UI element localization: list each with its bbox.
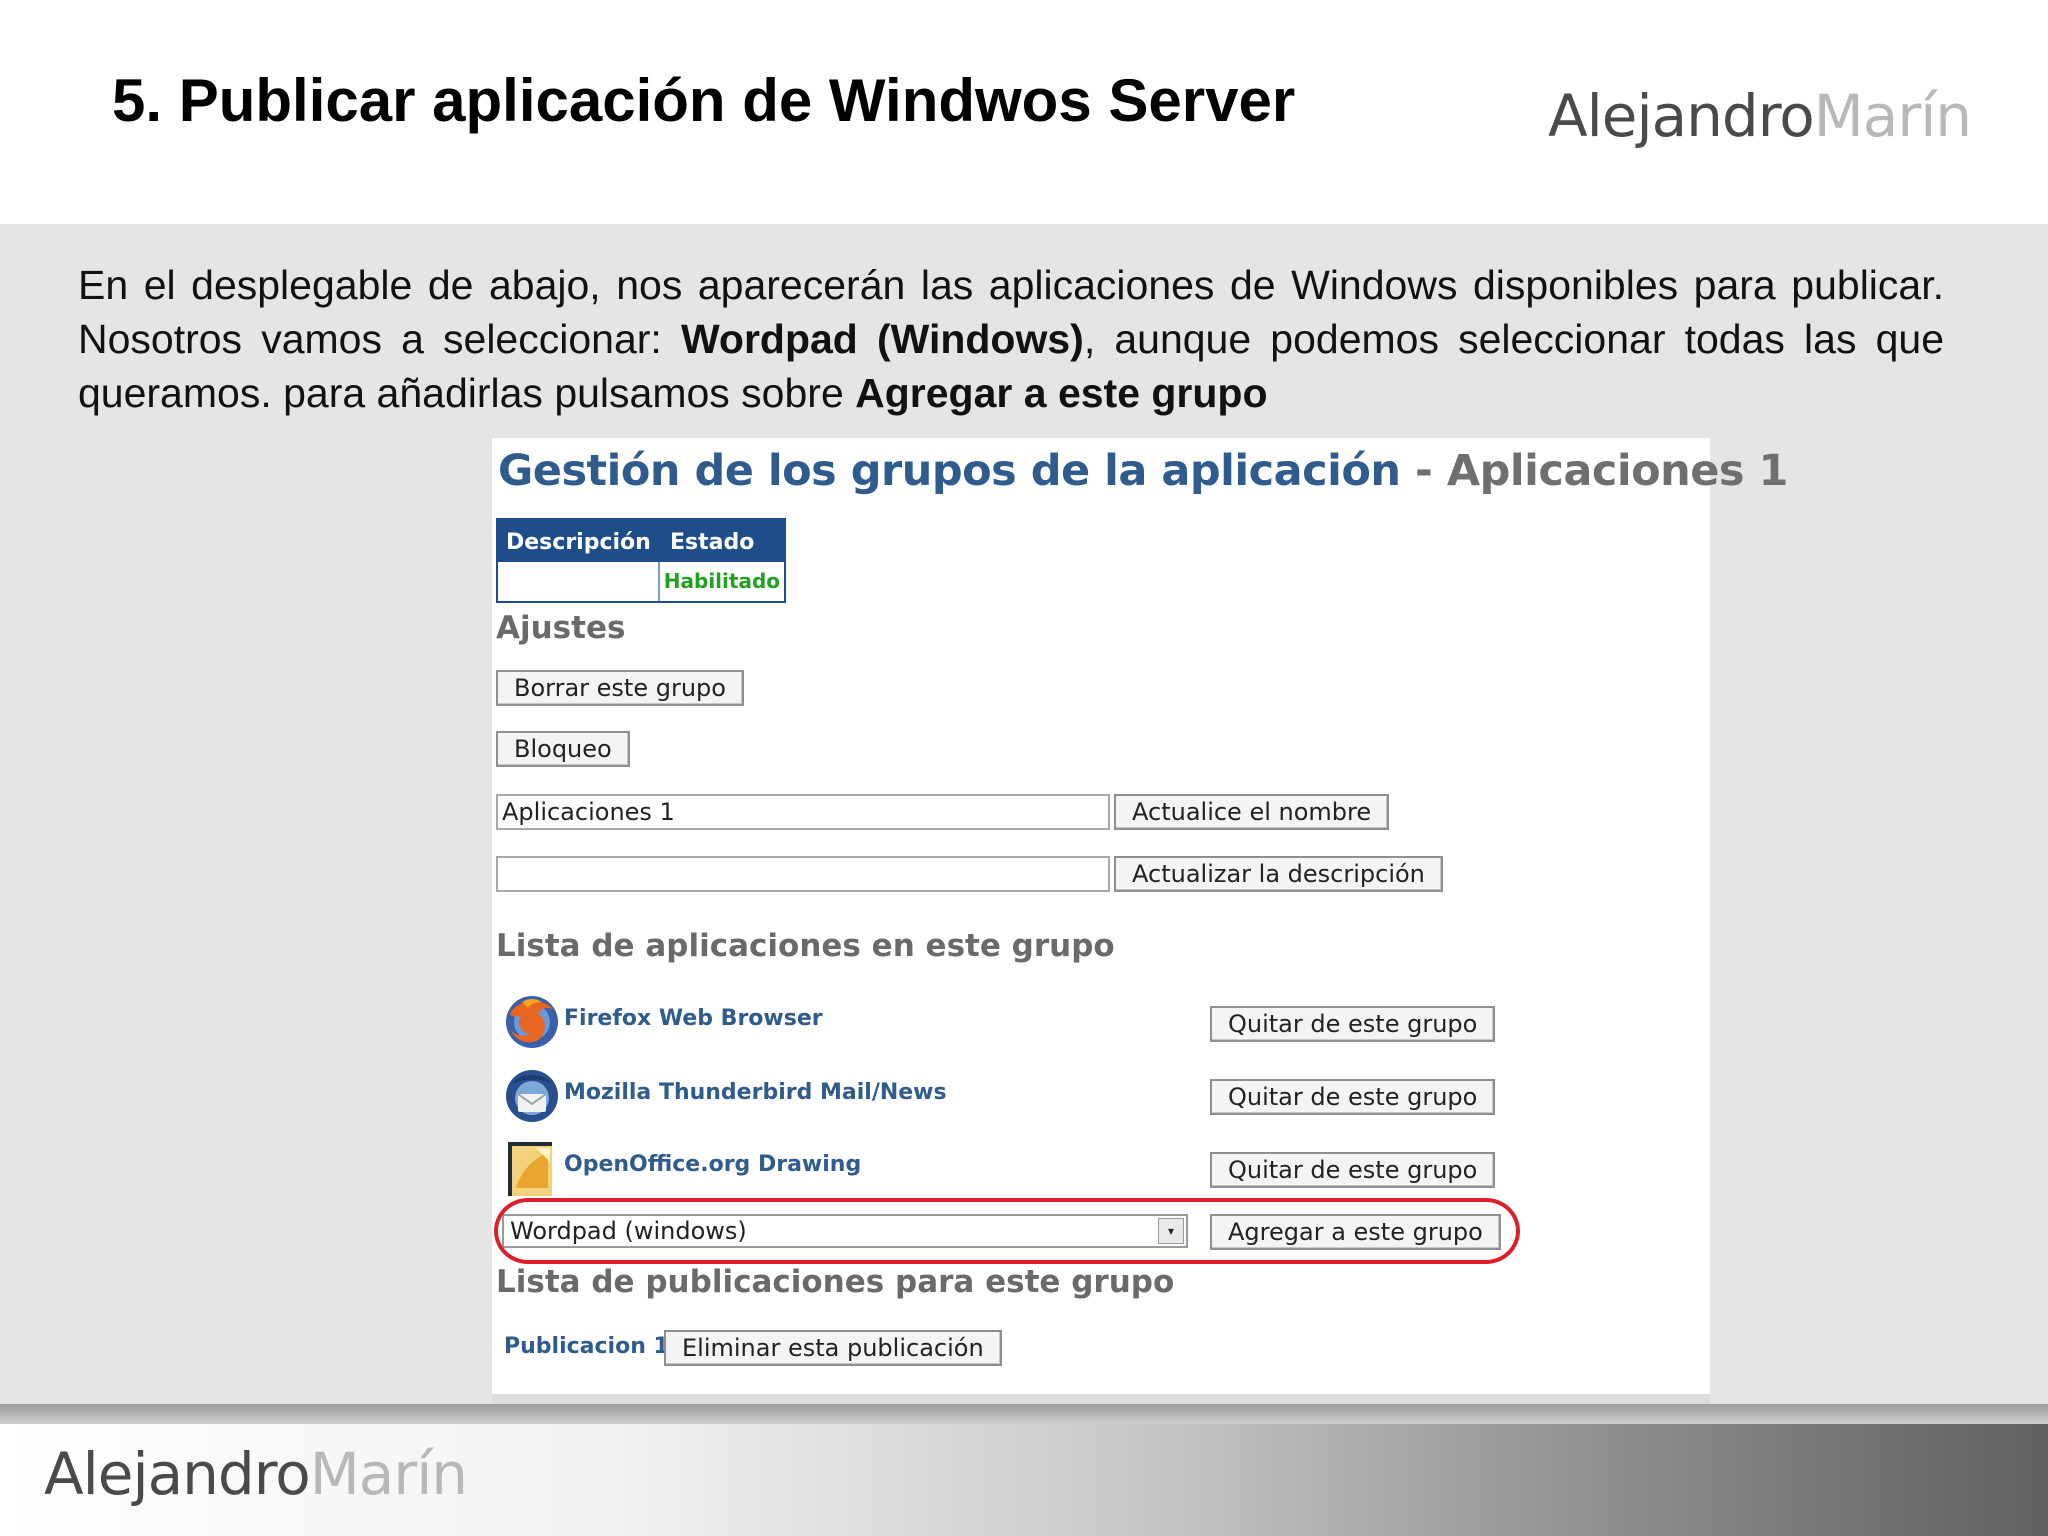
update-name-button[interactable]: Actualice el nombre: [1114, 794, 1390, 830]
ajustes-heading: Ajustes: [496, 610, 626, 646]
remove-firefox-button[interactable]: Quitar de este grupo: [1210, 1006, 1496, 1042]
intro-highlight-add: Agregar a este grupo: [855, 370, 1268, 416]
update-description-button[interactable]: Actualizar la descripción: [1114, 856, 1443, 892]
highlight-annotation: [494, 1198, 1520, 1264]
thunderbird-icon: [506, 1070, 558, 1122]
header-estado: Estado: [670, 530, 755, 555]
app-link-openoffice-draw[interactable]: OpenOffice.org Drawing: [564, 1152, 861, 1177]
group-name-input[interactable]: Aplicaciones 1: [496, 794, 1110, 830]
cell-descripcion: [498, 562, 660, 601]
app-link-firefox[interactable]: Firefox Web Browser: [564, 1006, 823, 1031]
embedded-screenshot: Gestión de los grupos de la aplicación -…: [492, 438, 1788, 1404]
firefox-icon: [506, 996, 558, 1048]
table-row: Habilitado: [498, 562, 784, 601]
app-link-thunderbird[interactable]: Mozilla Thunderbird Mail/News: [564, 1080, 947, 1105]
group-info-table: Descripción Estado Habilitado: [496, 518, 786, 603]
status-badge: Habilitado: [663, 569, 780, 593]
brand-logo-top: AlejandroMarín: [1548, 82, 1972, 150]
group-description-input[interactable]: [496, 856, 1110, 892]
delete-publication-button[interactable]: Eliminar esta publicación: [664, 1330, 1002, 1366]
publication-link[interactable]: Publicacion 1: [504, 1334, 669, 1359]
logo-last-name: Marín: [309, 1440, 468, 1508]
logo-first-name: Alejandro: [44, 1440, 311, 1508]
brand-logo-bottom: AlejandroMarín: [44, 1440, 468, 1508]
header-descripcion: Descripción: [506, 530, 651, 555]
logo-first-name: Alejandro: [1548, 82, 1815, 150]
delete-group-button[interactable]: Borrar este grupo: [496, 670, 744, 706]
publications-list-heading: Lista de publicaciones para este grupo: [496, 1264, 1175, 1300]
openoffice-draw-icon: [508, 1142, 552, 1196]
remove-thunderbird-button[interactable]: Quitar de este grupo: [1210, 1079, 1496, 1115]
intro-paragraph: En el desplegable de abajo, nos aparecer…: [78, 262, 1944, 416]
slide-header: 5. Publicar aplicación de Windwos Server…: [0, 0, 2048, 224]
remove-openoffice-draw-button[interactable]: Quitar de este grupo: [1210, 1152, 1496, 1188]
slide-footer: AlejandroMarín: [0, 1404, 2048, 1536]
lock-button[interactable]: Bloqueo: [496, 731, 630, 767]
slide-title: 5. Publicar aplicación de Windwos Server: [112, 67, 1296, 134]
apps-list-heading: Lista de aplicaciones en este grupo: [496, 928, 1115, 964]
group-management-title: Gestión de los grupos de la aplicación -…: [498, 446, 1788, 496]
intro-highlight-wordpad: Wordpad (Windows): [680, 316, 1084, 362]
logo-last-name: Marín: [1813, 82, 1972, 150]
footer-divider: [0, 1404, 2048, 1424]
table-header-row: Descripción Estado: [498, 520, 784, 562]
